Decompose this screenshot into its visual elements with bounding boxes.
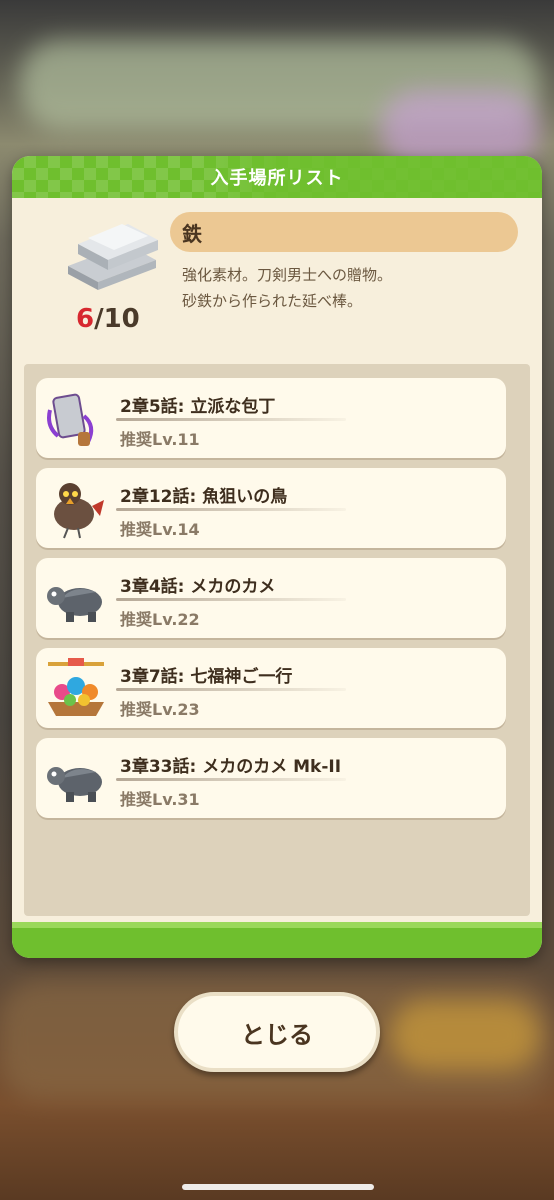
item-description-line: 砂鉄から作られた延べ棒。 [182, 292, 363, 310]
location-row[interactable]: 2章12話: 魚狙いの鳥 推奨Lv.14 [36, 468, 506, 548]
location-level: 推奨Lv.14 [120, 520, 200, 539]
divider [116, 778, 346, 781]
knife-monster-icon [47, 393, 94, 446]
location-level: 推奨Lv.11 [120, 430, 200, 449]
item-name-pill: 鉄 [170, 212, 518, 252]
item-count: 6/10 [76, 304, 140, 334]
close-button-label: とじる [241, 1020, 313, 1049]
divider [116, 688, 346, 691]
location-title: 2章12話: 魚狙いの鳥 [120, 487, 288, 507]
item-description: 強化素材。刀剣男士への贈物。 砂鉄から作られた延べ棒。 [182, 262, 512, 314]
location-level: 推奨Lv.22 [120, 610, 200, 629]
divider [116, 418, 346, 421]
item-count-max: /10 [94, 304, 140, 334]
divider [116, 598, 346, 601]
location-level: 推奨Lv.31 [120, 790, 200, 809]
close-button[interactable]: とじる [174, 992, 380, 1072]
location-title: 3章7話: 七福神ご一行 [120, 667, 293, 687]
location-row[interactable]: 2章5話: 立派な包丁 推奨Lv.11 [36, 378, 506, 458]
mecha-turtle-icon [47, 767, 102, 802]
treasure-ship-icon [48, 658, 104, 716]
location-title: 3章33話: メカのカメ Mk-II [120, 757, 342, 777]
item-description-line: 強化素材。刀剣男士への贈物。 [182, 266, 393, 284]
modal-footer [12, 922, 542, 958]
bird-monster-icon [54, 483, 104, 539]
modal-title: 入手場所リスト [210, 168, 344, 189]
modal-header: 入手場所リスト [12, 156, 542, 198]
item-count-current: 6 [76, 304, 95, 334]
location-row[interactable]: 3章33話: メカのカメ Mk-II 推奨Lv.31 [36, 738, 506, 818]
location-list: 2章5話: 立派な包丁 推奨Lv.11 2章12話: 魚狙いの鳥 推奨Lv.14 [24, 364, 530, 916]
location-row[interactable]: 3章7話: 七福神ご一行 推奨Lv.23 [36, 648, 506, 728]
location-title: 3章4話: メカのカメ [120, 577, 276, 597]
location-level: 推奨Lv.23 [120, 700, 200, 719]
home-indicator[interactable] [182, 1184, 374, 1190]
background-blur [390, 1000, 540, 1070]
mecha-turtle-icon [47, 587, 102, 622]
divider [116, 508, 346, 511]
location-row[interactable]: 3章4話: メカのカメ 推奨Lv.22 [36, 558, 506, 638]
item-name: 鉄 [182, 221, 202, 246]
location-title: 2章5話: 立派な包丁 [120, 397, 276, 417]
iron-ingot-icon [68, 224, 158, 290]
source-list-modal: 入手場所リスト 6/10 鉄 強化素材。刀剣男士への贈物。 砂鉄から作られた延べ… [12, 156, 542, 958]
